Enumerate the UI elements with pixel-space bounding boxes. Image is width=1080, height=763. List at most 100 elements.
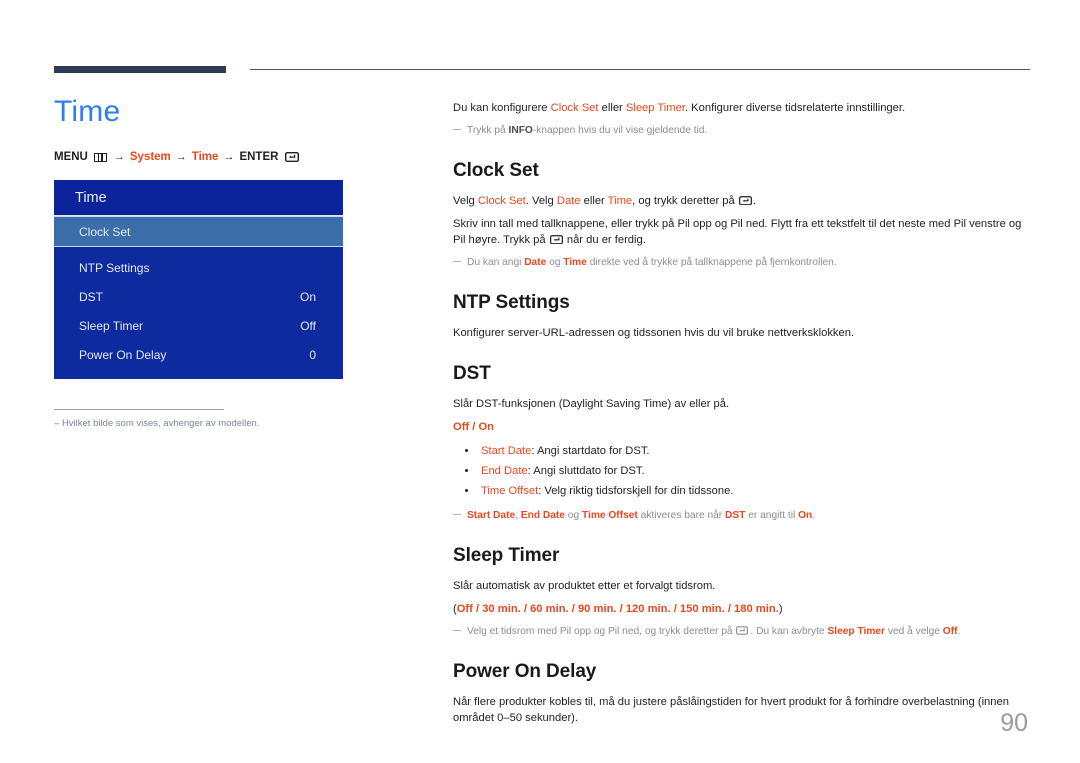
footnote-text: Hvilket bilde som vises, avhenger av mod… — [61, 418, 260, 429]
dst-note-key-on: On — [798, 510, 813, 521]
section-heading-power-on-delay: Power On Delay — [453, 661, 597, 682]
dst-bullet-text: : Velg riktig tidsforskjell for din tids… — [538, 485, 734, 497]
st-note-key-sleep-timer: Sleep Timer — [827, 626, 886, 637]
sleep-timer-note: Velg et tidsrom med Pil opp og Pil ned, … — [453, 624, 1031, 639]
section-heading-dst: DST — [453, 363, 491, 384]
right-column: Du kan konfigurere Clock Set eller Sleep… — [453, 100, 1031, 726]
dst-paragraph-1: Slår DST-funksjonen (Daylight Saving Tim… — [453, 398, 730, 410]
osd-row-sleep-timer[interactable]: Sleep Timer Off — [54, 311, 343, 340]
page-title: Time — [54, 95, 121, 128]
cs-note-key-date: Date — [524, 257, 547, 268]
header-rule-thick — [54, 66, 226, 73]
st-note-t3: ved å velge — [885, 626, 943, 637]
header-rule-thin — [250, 69, 1030, 70]
list-item: End Date: Angi sluttdato for DST. — [453, 461, 1031, 481]
breadcrumb-step-time: Time — [191, 151, 219, 163]
dst-bullet-key-start-date: Start Date — [481, 445, 532, 457]
cs-note-t3: direkte ved å trykke på tallknappene på … — [586, 257, 837, 268]
list-item: Time Offset: Velg riktig tidsforskjell f… — [453, 481, 1031, 501]
st-opt-values: Off / 30 min. / 60 min. / 90 min. / 120 … — [456, 603, 779, 615]
clock-set-note: Du kan angi Date og Time direkte ved å t… — [453, 255, 1031, 270]
cs-p1-t2: . Velg — [525, 195, 557, 207]
st-note-t4: . — [957, 626, 961, 637]
menu-grid-icon — [93, 152, 107, 162]
st-note-t1: Velg et tidsrom med Pil opp og Pil ned, … — [467, 626, 736, 637]
dst-note-key-time-offset: Time Offset — [581, 510, 638, 521]
section-heading-clock-set: Clock Set — [453, 160, 539, 181]
dst-note: Start Date, End Date og Time Offset akti… — [453, 508, 1031, 523]
dst-bullet-list: Start Date: Angi startdato for DST. End … — [453, 441, 1031, 501]
st-note-t2: . Du kan avbryte — [750, 626, 828, 637]
left-footnote: ‒ Hvilket bilde som vises, avhenger av m… — [54, 417, 354, 431]
breadcrumb-enter-label: ENTER — [239, 151, 279, 163]
breadcrumb: MENU → System → Time → ENTER — [54, 151, 394, 163]
left-column: Time MENU → System → Time → ENTER Time C… — [54, 95, 394, 431]
dst-note-t4: er angitt til — [745, 510, 799, 521]
cs-p1-t4: , og trykk deretter på — [632, 195, 738, 207]
dst-note-t2: og — [564, 510, 582, 521]
cs-note-key-time: Time — [563, 257, 587, 268]
osd-row-dst[interactable]: DST On — [54, 282, 343, 311]
cs-p1-key-clock-set: Clock Set — [477, 195, 526, 207]
dst-bullet-key-end-date: End Date — [481, 465, 528, 477]
st-note-key-off: Off — [942, 626, 958, 637]
ntp-paragraph-1: Konfigurer server-URL-adressen og tidsso… — [453, 327, 855, 339]
enter-key-icon — [736, 625, 749, 635]
header-rules — [0, 0, 1080, 90]
osd-row-value: Off — [300, 318, 316, 333]
enter-key-icon — [285, 151, 300, 163]
cs-p2-t1: Skriv inn tall med tallknappene, eller t… — [453, 218, 1022, 246]
cs-p1-key-date: Date — [556, 195, 581, 207]
intro-note-key-info: INFO — [508, 125, 533, 136]
intro-note-t2: -knappen hvis du vil vise gjeldende tid. — [532, 125, 708, 136]
list-item: Start Date: Angi startdato for DST. — [453, 441, 1031, 461]
dst-note-t5: . — [812, 510, 816, 521]
osd-row-clock-set[interactable]: Clock Set — [54, 216, 343, 247]
footnote-dash: ‒ — [54, 418, 62, 429]
section-clock-set: Clock Set Velg Clock Set. Velg Date elle… — [453, 160, 1031, 270]
section-heading-ntp-settings: NTP Settings — [453, 292, 570, 313]
osd-row-value: On — [299, 289, 316, 304]
cs-note-t2: og — [546, 257, 564, 268]
intro-t1: Du kan konfigurere — [453, 102, 551, 114]
page-number: 90 — [1000, 709, 1028, 737]
enter-key-icon — [549, 233, 563, 244]
dst-options: Off / On — [453, 421, 495, 433]
intro-note: Trykk på INFO-knappen hvis du vil vise g… — [453, 123, 1031, 138]
osd-row-label: DST — [79, 289, 103, 304]
cs-p1-t3: eller — [580, 195, 608, 207]
intro-note-t1: Trykk på — [467, 125, 509, 136]
cs-note-t1: Du kan angi — [467, 257, 525, 268]
section-power-on-delay: Power On Delay Når flere produkter koble… — [453, 661, 1031, 726]
osd-row-power-on-delay[interactable]: Power On Delay 0 — [54, 340, 343, 369]
clock-set-paragraph-1: Velg Clock Set. Velg Date eller Time, og… — [453, 193, 1031, 209]
intro-t2: eller — [598, 102, 626, 114]
breadcrumb-arrow-1: → — [113, 151, 125, 163]
st-opt-close: ) — [778, 603, 783, 615]
breadcrumb-step-system: System — [129, 151, 171, 163]
dst-bullet-text: : Angi sluttdato for DST. — [527, 465, 645, 477]
osd-menu-panel: Time Clock Set NTP Settings DST On Sleep… — [54, 180, 343, 379]
intro-t3: . Konfigurer diverse tidsrelaterte innst… — [684, 102, 906, 114]
section-dst: DST Slår DST-funksjonen (Daylight Saving… — [453, 363, 1031, 523]
sleep-timer-paragraph-1: Slår automatisk av produktet etter et fo… — [453, 580, 716, 592]
intro-key-clock-set: Clock Set — [550, 102, 599, 114]
dst-note-key-start-date: Start Date — [467, 510, 516, 521]
intro-paragraph: Du kan konfigurere Clock Set eller Sleep… — [453, 100, 1031, 116]
intro-key-sleep-timer: Sleep Timer — [625, 102, 685, 114]
cs-p2-t2: når du er ferdig. — [563, 234, 646, 246]
dst-note-t3: aktiveres bare når — [637, 510, 726, 521]
footnote-divider — [54, 409, 224, 410]
cs-p1-t5: . — [752, 195, 756, 207]
clock-set-paragraph-2: Skriv inn tall med tallknappene, eller t… — [453, 216, 1031, 248]
dst-note-key-dst: DST — [725, 510, 746, 521]
dst-note-key-end-date: End Date — [520, 510, 565, 521]
section-heading-sleep-timer: Sleep Timer — [453, 545, 560, 566]
osd-row-ntp-settings[interactable]: NTP Settings — [54, 253, 343, 282]
power-on-delay-paragraph-1: Når flere produkter kobles til, må du ju… — [453, 696, 1009, 724]
left-footnote-block: ‒ Hvilket bilde som vises, avhenger av m… — [54, 409, 354, 431]
cs-p1-key-time: Time — [607, 195, 633, 207]
cs-p1-t1: Velg — [453, 195, 478, 207]
section-sleep-timer: Sleep Timer Slår automatisk av produktet… — [453, 545, 1031, 639]
osd-row-label: NTP Settings — [79, 260, 150, 275]
